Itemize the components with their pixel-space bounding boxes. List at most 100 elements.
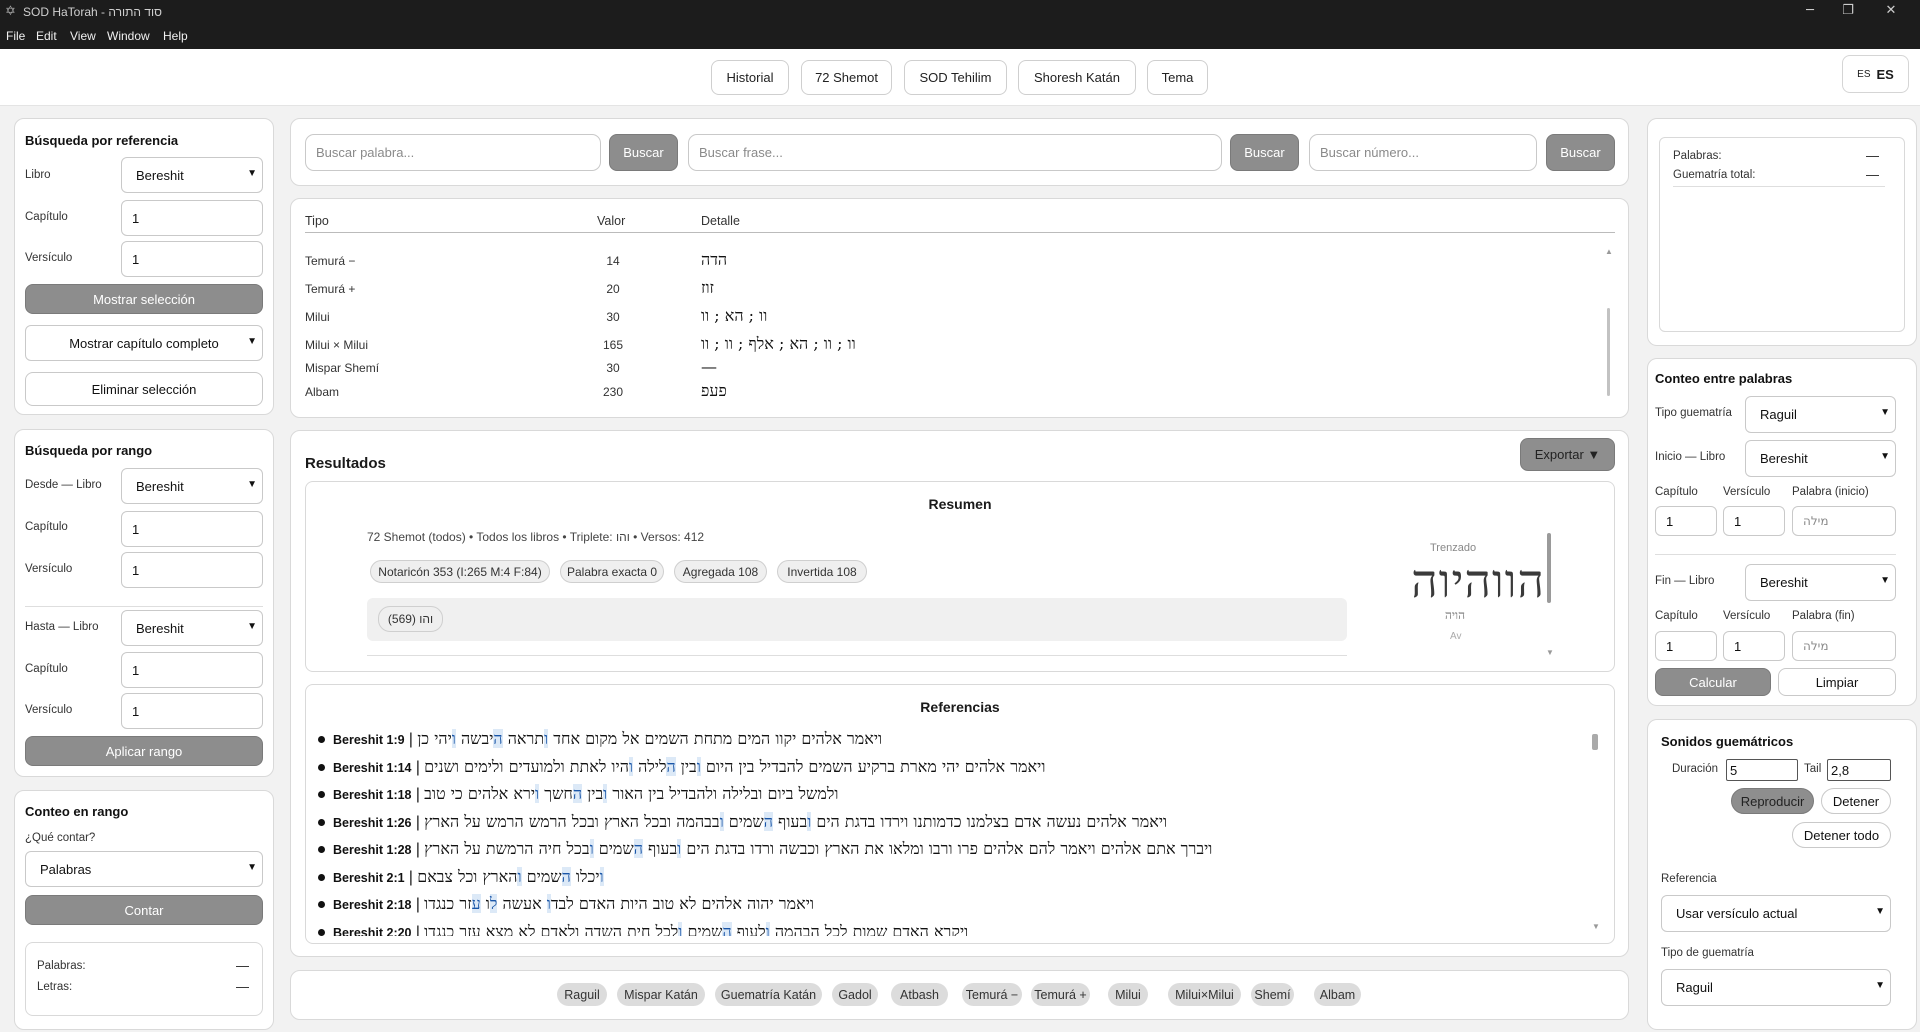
export-button[interactable]: Exportar ▼ [1520, 438, 1615, 471]
versiculo-input[interactable]: 1 [121, 241, 263, 277]
gematria-type-chip[interactable]: Guematría Katán [715, 983, 822, 1006]
sound-tipo-select[interactable]: Raguil ▼ [1661, 969, 1891, 1006]
play-button[interactable]: Reproducir [1731, 788, 1814, 814]
reference-item[interactable]: Bereshit 2:1 | ויכלו השמים והארץ וכל צבא… [318, 866, 604, 887]
capitulo-input[interactable]: 1 [121, 200, 263, 236]
count-button[interactable]: Contar [25, 895, 263, 925]
verse-text: ויאמר אלהים יקוו המים מתחת השמים אל מקום… [548, 729, 883, 748]
reference-item[interactable]: Bereshit 1:28 | ויברך אתם אלהים ויאמר לה… [318, 839, 1212, 859]
notaricon-chip[interactable]: Notaricón 353 (I:265 M:4 F:84) [370, 560, 550, 583]
stop-button[interactable]: Detener [1821, 788, 1891, 814]
summary-divider [367, 655, 1347, 656]
close-icon[interactable]: ✕ [1881, 2, 1901, 20]
language-toggle[interactable]: ES ES [1842, 55, 1909, 93]
scroll-up-icon[interactable]: ▲ [1605, 247, 1613, 256]
reference-item[interactable]: Bereshit 1:26 | ויאמר אלהים נעשה אדם בצל… [318, 811, 1167, 832]
duracion-input[interactable]: 5 [1726, 759, 1798, 781]
references-scrollbar[interactable] [1592, 734, 1598, 750]
clear-count-button[interactable]: Limpiar [1778, 668, 1896, 696]
reference-item[interactable]: Bereshit 1:9 | ויאמר אלהים יקוו המים מתח… [318, 729, 882, 749]
gematria-type-chip[interactable]: Milui [1108, 983, 1148, 1006]
nav-shoresh-katan-button[interactable]: Shoresh Katán [1018, 60, 1136, 95]
gematria-type-chip[interactable]: Mispar Katán [617, 983, 705, 1006]
nav-tema-button[interactable]: Tema [1147, 60, 1208, 95]
trenzado-sub2: Av [1450, 631, 1462, 642]
inicio-cap-input[interactable]: 1 [1655, 506, 1717, 536]
gematria-type-chip[interactable]: Temurá − [962, 983, 1022, 1006]
desde-libro-select[interactable]: Bereshit ▼ [121, 468, 263, 504]
triplet-result-chip[interactable]: והו (569) [378, 606, 443, 632]
nav-sod-tehilim-button[interactable]: SOD Tehilim [904, 60, 1007, 95]
calculate-button[interactable]: Calcular [1655, 668, 1771, 696]
word-search-button[interactable]: Buscar [609, 134, 678, 171]
maximize-icon[interactable]: ❐ [1838, 2, 1858, 20]
results-title: Resultados [305, 455, 386, 472]
gematria-type-chip[interactable]: Raguil [557, 983, 607, 1006]
minimize-icon[interactable]: ─ [1800, 2, 1820, 20]
table-scrollbar[interactable] [1607, 308, 1610, 396]
trenzado-label: Trenzado [1430, 542, 1477, 554]
clear-selection-button[interactable]: Eliminar selección [25, 372, 263, 406]
sound-ref-select[interactable]: Usar versículo actual ▼ [1661, 895, 1891, 932]
menu-edit[interactable]: Edit [36, 29, 57, 43]
gematria-type-chip[interactable]: Atbash [891, 983, 948, 1006]
menu-file[interactable]: File [6, 29, 25, 43]
sound-ref-label: Referencia [1661, 873, 1717, 885]
gematria-type-chip[interactable]: Albam [1314, 983, 1361, 1006]
added-chip[interactable]: Agregada 108 [674, 560, 767, 583]
gematria-type-chip[interactable]: Gadol [832, 983, 878, 1006]
row-detalle: וו ; הא ; וו [701, 306, 768, 325]
inverted-chip[interactable]: Invertida 108 [777, 560, 867, 583]
number-search-input[interactable]: Buscar número... [1309, 134, 1537, 171]
count-type-select[interactable]: Palabras ▼ [25, 851, 263, 887]
range-versiculo-input[interactable]: 1 [121, 552, 263, 588]
row-valor: 30 [606, 310, 620, 324]
header-tipo: Tipo [305, 214, 329, 228]
scroll-down-icon[interactable]: ▼ [1592, 922, 1600, 931]
fin-cap-input[interactable]: 1 [1655, 631, 1717, 661]
menu-view[interactable]: View [70, 29, 96, 43]
nav-72-shemot-button[interactable]: 72 Shemot [801, 60, 892, 95]
inicio-vers-input[interactable]: 1 [1723, 506, 1785, 536]
menu-help[interactable]: Help [163, 29, 188, 43]
hasta-libro-select[interactable]: Bereshit ▼ [121, 610, 263, 646]
number-search-button[interactable]: Buscar [1546, 134, 1615, 171]
tail-input[interactable]: 2,8 [1827, 759, 1891, 781]
lang-small: ES [1857, 68, 1871, 80]
apply-range-button[interactable]: Aplicar rango [25, 736, 263, 766]
show-selection-button[interactable]: Mostrar selección [25, 284, 263, 314]
verse-text: בעוף [642, 839, 678, 858]
libro-select[interactable]: Bereshit ▼ [121, 157, 263, 193]
gematria-type-chip[interactable]: Temurá + [1031, 983, 1090, 1006]
display-mode-select[interactable]: Mostrar capítulo completo ▼ [25, 325, 263, 361]
inicio-libro-select[interactable]: Bereshit ▼ [1745, 440, 1896, 477]
reference-label: Bereshit 1:28 [333, 843, 412, 857]
reference-item[interactable]: Bereshit 2:20 | ויקרא האדם שמות לכל הבהמ… [318, 921, 968, 937]
fin-libro-select[interactable]: Bereshit ▼ [1745, 564, 1896, 601]
verse-text: לעוף [731, 921, 766, 937]
fin-vers-input[interactable]: 1 [1723, 631, 1785, 661]
conteo-tipo-select[interactable]: Raguil ▼ [1745, 396, 1896, 433]
verse-text: בכל חיה הרמשת על הארץ [424, 839, 590, 858]
range-capitulo2-input[interactable]: 1 [121, 652, 263, 688]
reference-item[interactable]: Bereshit 1:14 | ויאמר אלהים יהי מארת ברק… [318, 756, 1045, 777]
title-bar: ✡ SOD HaTorah - סוד התורה ─ ❐ ✕ [0, 0, 1920, 24]
nav-historial-button[interactable]: Historial [711, 60, 789, 95]
word-count-title: Conteo entre palabras [1655, 371, 1793, 386]
menu-window[interactable]: Window [107, 29, 150, 43]
gematria-type-chip[interactable]: Milui×Milui [1168, 983, 1241, 1006]
reference-item[interactable]: Bereshit 2:18 | ויאמר יהוה אלהים לא טוב … [318, 894, 814, 914]
stop-all-button[interactable]: Detener todo [1792, 822, 1891, 848]
scroll-down-icon[interactable]: ▼ [1546, 648, 1554, 657]
exact-word-chip[interactable]: Palabra exacta 0 [560, 560, 664, 583]
phrase-search-button[interactable]: Buscar [1230, 134, 1299, 171]
phrase-search-input[interactable]: Buscar frase... [688, 134, 1222, 171]
word-search-input[interactable]: Buscar palabra... [305, 134, 601, 171]
palabra-inicio-input[interactable]: מילה [1792, 506, 1896, 536]
range-capitulo-input[interactable]: 1 [121, 511, 263, 547]
palabra-fin-input[interactable]: מילה [1792, 631, 1896, 661]
summary-scrollbar[interactable] [1547, 533, 1551, 603]
gematria-type-chip[interactable]: Shemí [1251, 983, 1294, 1006]
reference-item[interactable]: Bereshit 1:18 | ולמשל ביום ובלילה ולהבדי… [318, 784, 838, 804]
range-versiculo2-input[interactable]: 1 [121, 693, 263, 729]
